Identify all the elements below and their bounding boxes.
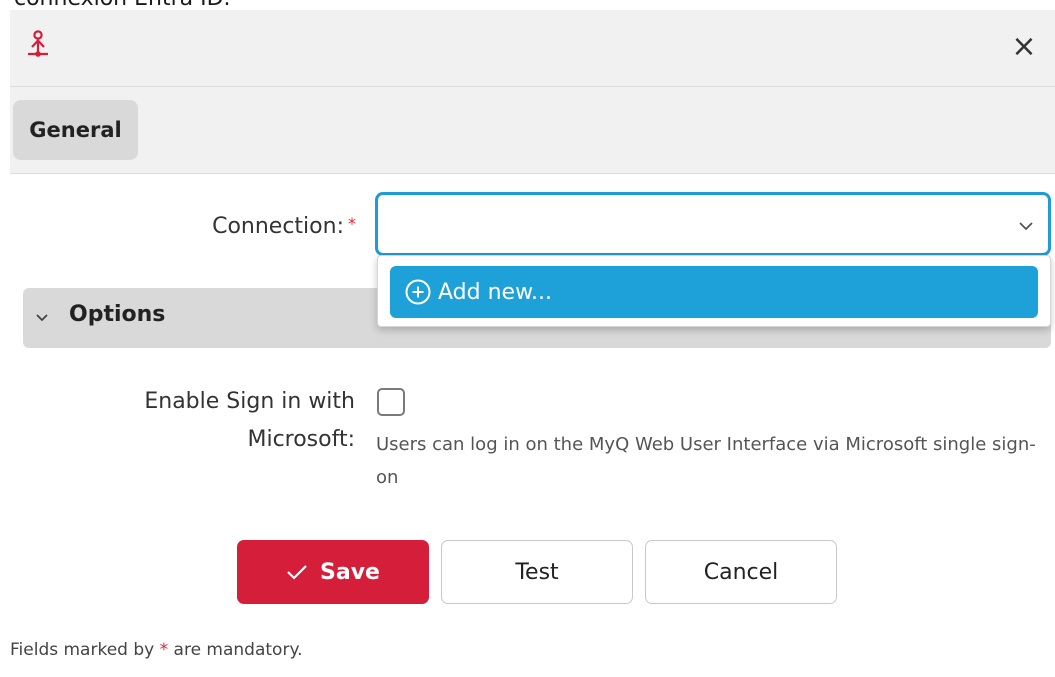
tab-label: General xyxy=(29,118,122,142)
required-marker: * xyxy=(348,214,356,233)
settings-dialog: × General Connection: * Add new... Option xyxy=(10,10,1055,677)
close-button[interactable]: × xyxy=(1007,26,1041,66)
sign-in-microsoft-label: Enable Sign in with Microsoft: xyxy=(144,389,355,452)
close-icon: × xyxy=(1011,28,1037,64)
test-button[interactable]: Test xyxy=(441,540,633,604)
cancel-label: Cancel xyxy=(703,559,779,585)
chevron-down-icon xyxy=(1019,222,1033,231)
add-new-option[interactable]: Add new... xyxy=(390,266,1038,318)
options-title: Options xyxy=(69,302,166,327)
required-marker: * xyxy=(159,640,169,660)
tab-bar: General xyxy=(10,87,1055,174)
sign-in-microsoft-checkbox[interactable] xyxy=(377,388,405,416)
save-label: Save xyxy=(320,559,380,585)
mandatory-fields-note: Fields marked by * are mandatory. xyxy=(10,640,303,660)
tab-general[interactable]: General xyxy=(13,100,138,160)
cancel-button[interactable]: Cancel xyxy=(645,540,837,604)
dialog-titlebar: × xyxy=(10,10,1055,87)
test-label: Test xyxy=(515,559,559,585)
connection-select[interactable] xyxy=(375,192,1051,256)
save-button[interactable]: Save xyxy=(237,540,429,604)
sign-in-microsoft-help: Users can log in on the MyQ Web User Int… xyxy=(376,434,1036,488)
checkmark-icon xyxy=(287,565,307,580)
connection-dropdown-menu: Add new... xyxy=(377,255,1051,327)
sso-connector-icon xyxy=(26,30,52,64)
chevron-down-icon xyxy=(36,314,48,322)
connection-label: Connection: * xyxy=(212,214,356,239)
add-new-label: Add new... xyxy=(438,279,553,305)
plus-circle-icon xyxy=(405,279,431,305)
